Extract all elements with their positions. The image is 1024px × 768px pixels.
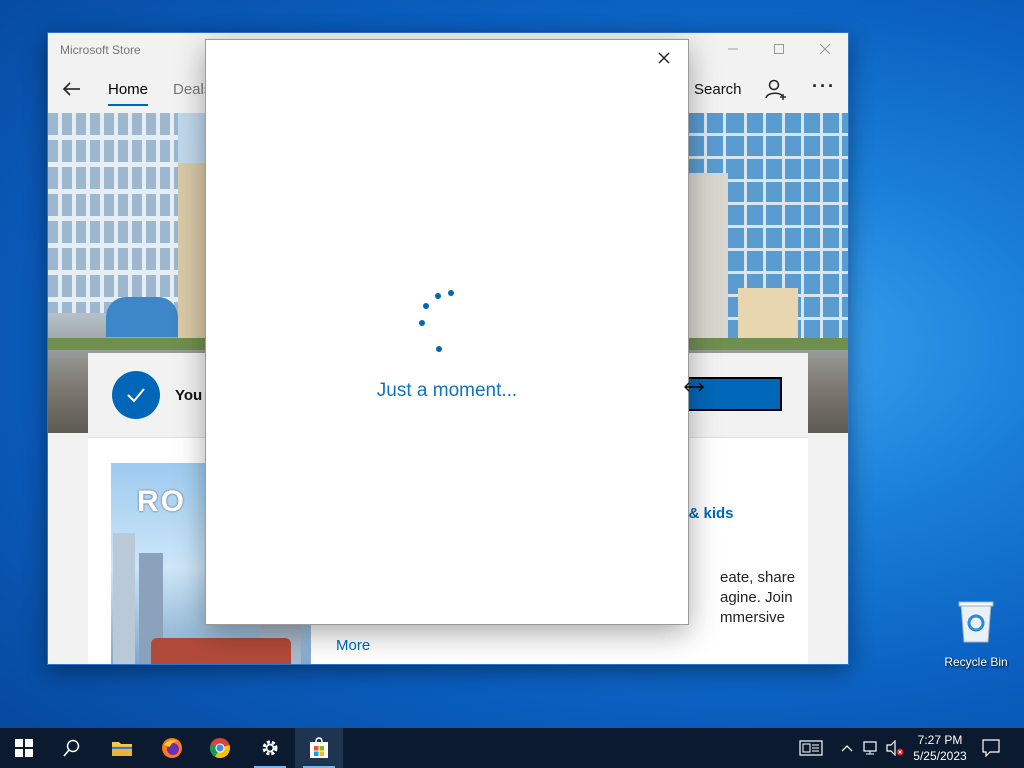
loading-text: Just a moment... bbox=[376, 380, 518, 401]
taskbar: 7:27 PM 5/25/2023 bbox=[0, 728, 1024, 768]
gear-icon bbox=[262, 740, 278, 756]
maximize-icon bbox=[774, 44, 784, 54]
clock-date: 5/25/2023 bbox=[913, 749, 967, 763]
file-explorer-button[interactable] bbox=[98, 728, 146, 768]
maximize-button[interactable] bbox=[756, 33, 802, 65]
search-button[interactable]: Search bbox=[694, 81, 742, 98]
resize-cursor-icon bbox=[684, 382, 704, 392]
close-icon bbox=[820, 44, 830, 54]
dialog-close-button[interactable] bbox=[654, 48, 674, 68]
volume-muted-icon bbox=[886, 740, 904, 756]
more-options-button[interactable]: ··· bbox=[812, 76, 836, 97]
close-window-button[interactable] bbox=[802, 33, 848, 65]
hero-building bbox=[48, 113, 178, 313]
chrome-button[interactable] bbox=[196, 728, 244, 768]
back-button[interactable] bbox=[60, 77, 84, 101]
firefox-icon bbox=[162, 738, 182, 758]
loading-spinner-icon bbox=[412, 290, 462, 352]
game-logo: RO bbox=[137, 485, 186, 518]
start-button[interactable] bbox=[0, 728, 48, 768]
hero-storefront bbox=[738, 288, 798, 338]
action-center-button[interactable] bbox=[978, 728, 1004, 768]
windows-logo-icon bbox=[15, 739, 33, 757]
volume-button[interactable] bbox=[884, 728, 906, 768]
minimize-button[interactable] bbox=[710, 33, 756, 65]
description-line: mmersive bbox=[720, 609, 786, 626]
firefox-button[interactable] bbox=[148, 728, 196, 768]
recycle-bin[interactable]: Recycle Bin bbox=[940, 600, 1012, 670]
search-icon bbox=[63, 739, 80, 757]
more-link[interactable]: More bbox=[336, 637, 370, 654]
network-button[interactable] bbox=[860, 728, 882, 768]
account-button[interactable] bbox=[764, 77, 788, 101]
add-user-icon bbox=[765, 79, 786, 100]
chevron-up-icon bbox=[841, 745, 853, 752]
description-line: agine. Join bbox=[720, 589, 793, 606]
tab-home[interactable]: Home bbox=[108, 81, 149, 106]
close-icon bbox=[658, 52, 670, 64]
loading-dialog: Just a moment... bbox=[206, 40, 688, 624]
recycle-bin-label: Recycle Bin bbox=[944, 655, 1008, 669]
news-widget-button[interactable] bbox=[796, 728, 826, 768]
window-controls bbox=[710, 33, 848, 65]
clock-time: 7:27 PM bbox=[917, 733, 963, 747]
chrome-icon bbox=[209, 738, 230, 759]
hero-awning bbox=[106, 297, 178, 337]
search-taskbar-button[interactable] bbox=[48, 728, 96, 768]
network-icon bbox=[863, 741, 877, 755]
settings-button[interactable] bbox=[246, 728, 294, 768]
minimize-icon bbox=[728, 48, 738, 50]
show-hidden-icons-button[interactable] bbox=[838, 728, 856, 768]
notification-icon bbox=[982, 739, 1000, 757]
folder-icon bbox=[112, 742, 132, 756]
store-bag-icon bbox=[310, 737, 328, 758]
system-clock[interactable]: 7:27 PM 5/25/2023 bbox=[905, 732, 975, 764]
check-icon bbox=[112, 371, 160, 419]
back-arrow-icon bbox=[62, 82, 80, 96]
app-title: Microsoft Store bbox=[60, 43, 141, 57]
news-icon bbox=[799, 740, 823, 756]
microsoft-store-button[interactable] bbox=[295, 728, 343, 768]
description-line: eate, share bbox=[720, 569, 796, 586]
recycle-bin-icon bbox=[958, 601, 994, 643]
